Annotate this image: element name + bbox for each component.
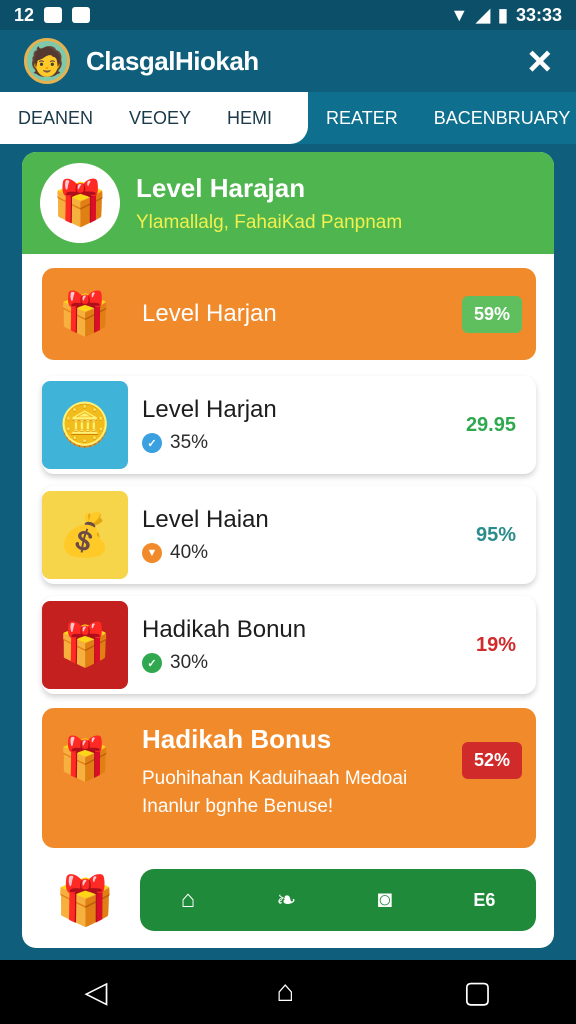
panel-subtitle: Ylamallalg, FahaiKad Panpnam xyxy=(136,211,403,233)
card-sub-value: 30% xyxy=(170,652,209,673)
gift-books-icon: 🎁 xyxy=(58,289,112,337)
coins-wallet-icon: 💰 xyxy=(42,491,128,579)
red-gift-icon: 🎁 xyxy=(42,601,128,689)
card-title: Level Haian xyxy=(142,506,269,533)
card-value-badge: 59% xyxy=(461,295,522,333)
card-title: Level Harjan xyxy=(142,300,277,327)
tab-2[interactable]: HEMI xyxy=(209,108,290,129)
status-bar: 12 ▼ ◢ ▮ 33:33 xyxy=(0,0,576,30)
gift-icon: 🎁 xyxy=(58,734,112,782)
card-title: Level Harjan xyxy=(142,396,277,423)
camera-icon[interactable]: ◙ xyxy=(378,886,393,914)
tab-bar: DEANEN VEOEY HEMI REATER BACENBRUARY xyxy=(0,92,576,144)
tab-3[interactable]: REATER xyxy=(308,108,416,129)
card-sub-value: 35% xyxy=(170,432,209,453)
card-value: 95% xyxy=(475,523,516,546)
level-card-2[interactable]: 💰 Level Haian ▼ 40% 95% xyxy=(42,486,536,584)
bottom-nav: ⌂ ❧ ◙ E6 xyxy=(140,869,536,931)
battery-icon: ▮ xyxy=(498,4,508,25)
card-value: 29.95 xyxy=(465,413,516,436)
wifi-icon: ▼ xyxy=(450,4,469,25)
coin-character-icon: 🪙 xyxy=(42,381,128,469)
back-icon[interactable]: ◁ xyxy=(84,975,107,1010)
bottom-bar: 🎁 ⌂ ❧ ◙ E6 xyxy=(42,868,536,932)
status-clock: 33:33 xyxy=(515,4,562,25)
panel-header: 🎁 Level Harajan Ylamallalg, FahaiKad Pan… xyxy=(22,152,554,254)
arrow-icon: ▼ xyxy=(142,543,162,563)
bonus-description: Puohihahan Kaduihaah Medoai Inanlur bgnh… xyxy=(142,765,462,820)
level-card-3[interactable]: 🎁 Hadikah Bonun ✓ 30% 19% xyxy=(42,596,536,694)
status-time: 12 xyxy=(14,4,35,25)
gift-box-icon: 🎁 xyxy=(40,163,120,243)
bonus-desc-line-2: Inanlur bgnhe Benuse! xyxy=(142,795,334,817)
level-card-1[interactable]: 🪙 Level Harjan ✓ 35% 29.95 xyxy=(42,376,536,474)
home-icon[interactable]: ⌂ xyxy=(276,975,294,1009)
recents-icon[interactable]: ▢ xyxy=(463,975,491,1010)
panel-title: Level Harajan xyxy=(136,172,306,203)
level-card-0[interactable]: 🎁 Level Harjan 59% xyxy=(42,268,536,360)
bonus-card[interactable]: 🎁 Hadikah Bonus Puohihahan Kaduihaah Med… xyxy=(42,708,536,848)
tab-group: REATER BACENBRUARY xyxy=(308,108,576,129)
reward-panel: 🎁 Level Harajan Ylamallalg, FahaiKad Pan… xyxy=(22,152,554,948)
camera-icon xyxy=(72,7,91,23)
card-sub-value: 40% xyxy=(170,542,209,563)
nav-label[interactable]: E6 xyxy=(473,890,495,911)
bonus-desc-line-1: Puohihahan Kaduihaah Medoai xyxy=(142,768,408,789)
app-header: 🧑 ClasgalHiokah × xyxy=(0,30,576,92)
leaf-icon[interactable]: ❧ xyxy=(276,886,296,915)
notification-icon xyxy=(44,7,63,23)
avatar[interactable]: 🧑 xyxy=(24,38,70,84)
android-nav-bar: ◁ ⌂ ▢ xyxy=(0,960,576,1024)
blue-gift-icon[interactable]: 🎁 xyxy=(42,868,128,932)
bonus-title: Hadikah Bonus xyxy=(142,724,332,754)
check-icon: ✓ xyxy=(142,653,162,673)
home-icon[interactable]: ⌂ xyxy=(181,886,196,914)
tab-0[interactable]: DEANEN xyxy=(0,108,111,129)
close-button[interactable]: × xyxy=(527,40,552,82)
tab-4[interactable]: BACENBRUARY xyxy=(416,108,576,129)
app-title: ClasgalHiokah xyxy=(86,45,259,76)
bonus-badge: 52% xyxy=(461,742,522,779)
tab-1[interactable]: VEOEY xyxy=(111,108,209,129)
card-title: Hadikah Bonun xyxy=(142,616,307,643)
check-icon: ✓ xyxy=(142,433,162,453)
card-value: 19% xyxy=(475,633,516,656)
signal-icon: ◢ xyxy=(476,4,491,25)
active-tab-group: DEANEN VEOEY HEMI xyxy=(0,92,309,144)
